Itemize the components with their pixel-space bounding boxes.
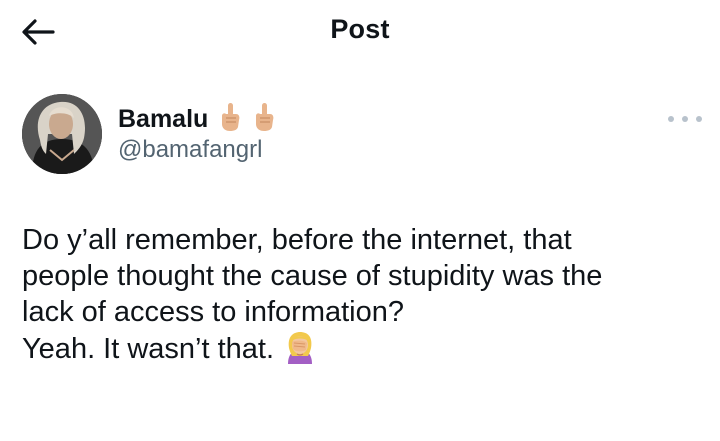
tweet-line: people thought the cause of stupidity wa… — [22, 260, 603, 292]
tweet-line: lack of access to information? — [22, 296, 405, 328]
tweet-last-line: Yeah. It wasn’t that. — [22, 330, 702, 375]
tweet-line-text: Yeah. It wasn’t that. — [22, 333, 275, 365]
tweet-line: Do y’all remember, before the internet, … — [22, 224, 572, 256]
user-handle[interactable]: @bamafangrl — [118, 136, 262, 164]
author-row: Bamalu @bamafangrl — [22, 94, 702, 176]
middle-finger-emoji — [218, 102, 242, 137]
top-bar: Post — [0, 0, 720, 64]
page-title: Post — [330, 14, 390, 44]
woman-facepalming-emoji — [282, 330, 318, 375]
more-horizontal-icon — [668, 116, 674, 122]
avatar[interactable] — [22, 94, 102, 174]
tweet-text: Do y’all remember, before the internet, … — [22, 222, 702, 375]
display-name-link[interactable]: Bamalu — [118, 102, 276, 137]
middle-finger-emoji — [252, 102, 276, 137]
display-name: Bamalu — [118, 105, 209, 133]
more-options-button[interactable] — [668, 112, 702, 126]
